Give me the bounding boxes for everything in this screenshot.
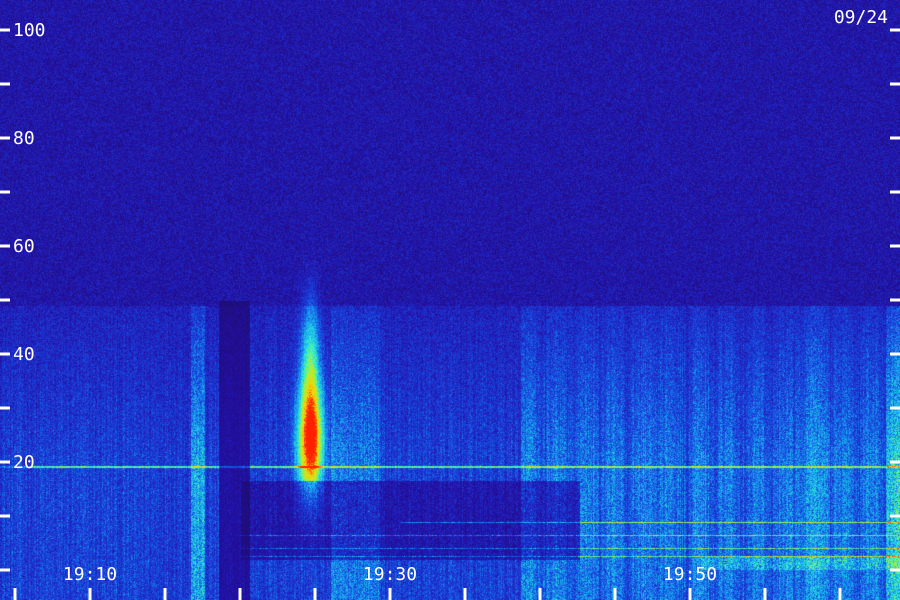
y-tick-label: 100 bbox=[13, 20, 46, 41]
x-tick-label: 19:10 bbox=[63, 564, 117, 585]
y-tick-label: 80 bbox=[13, 128, 35, 149]
date-label: 09/24 bbox=[834, 7, 888, 28]
spectrogram-chart: 20 40 60 80 100 19:10 19:30 19:50 09/24 bbox=[0, 0, 900, 600]
x-axis: 19:10 19:30 19:50 bbox=[13, 564, 842, 600]
y-axis-left: 20 40 60 80 100 bbox=[0, 20, 46, 572]
y-tick-label: 20 bbox=[13, 452, 35, 473]
y-tick-label: 40 bbox=[13, 344, 35, 365]
chart-overlay: 20 40 60 80 100 19:10 19:30 19:50 09/24 bbox=[0, 7, 900, 600]
x-tick-label: 19:30 bbox=[363, 564, 417, 585]
y-tick-label: 60 bbox=[13, 236, 35, 257]
x-tick-label: 19:50 bbox=[663, 564, 717, 585]
y-axis-right bbox=[890, 28, 900, 572]
